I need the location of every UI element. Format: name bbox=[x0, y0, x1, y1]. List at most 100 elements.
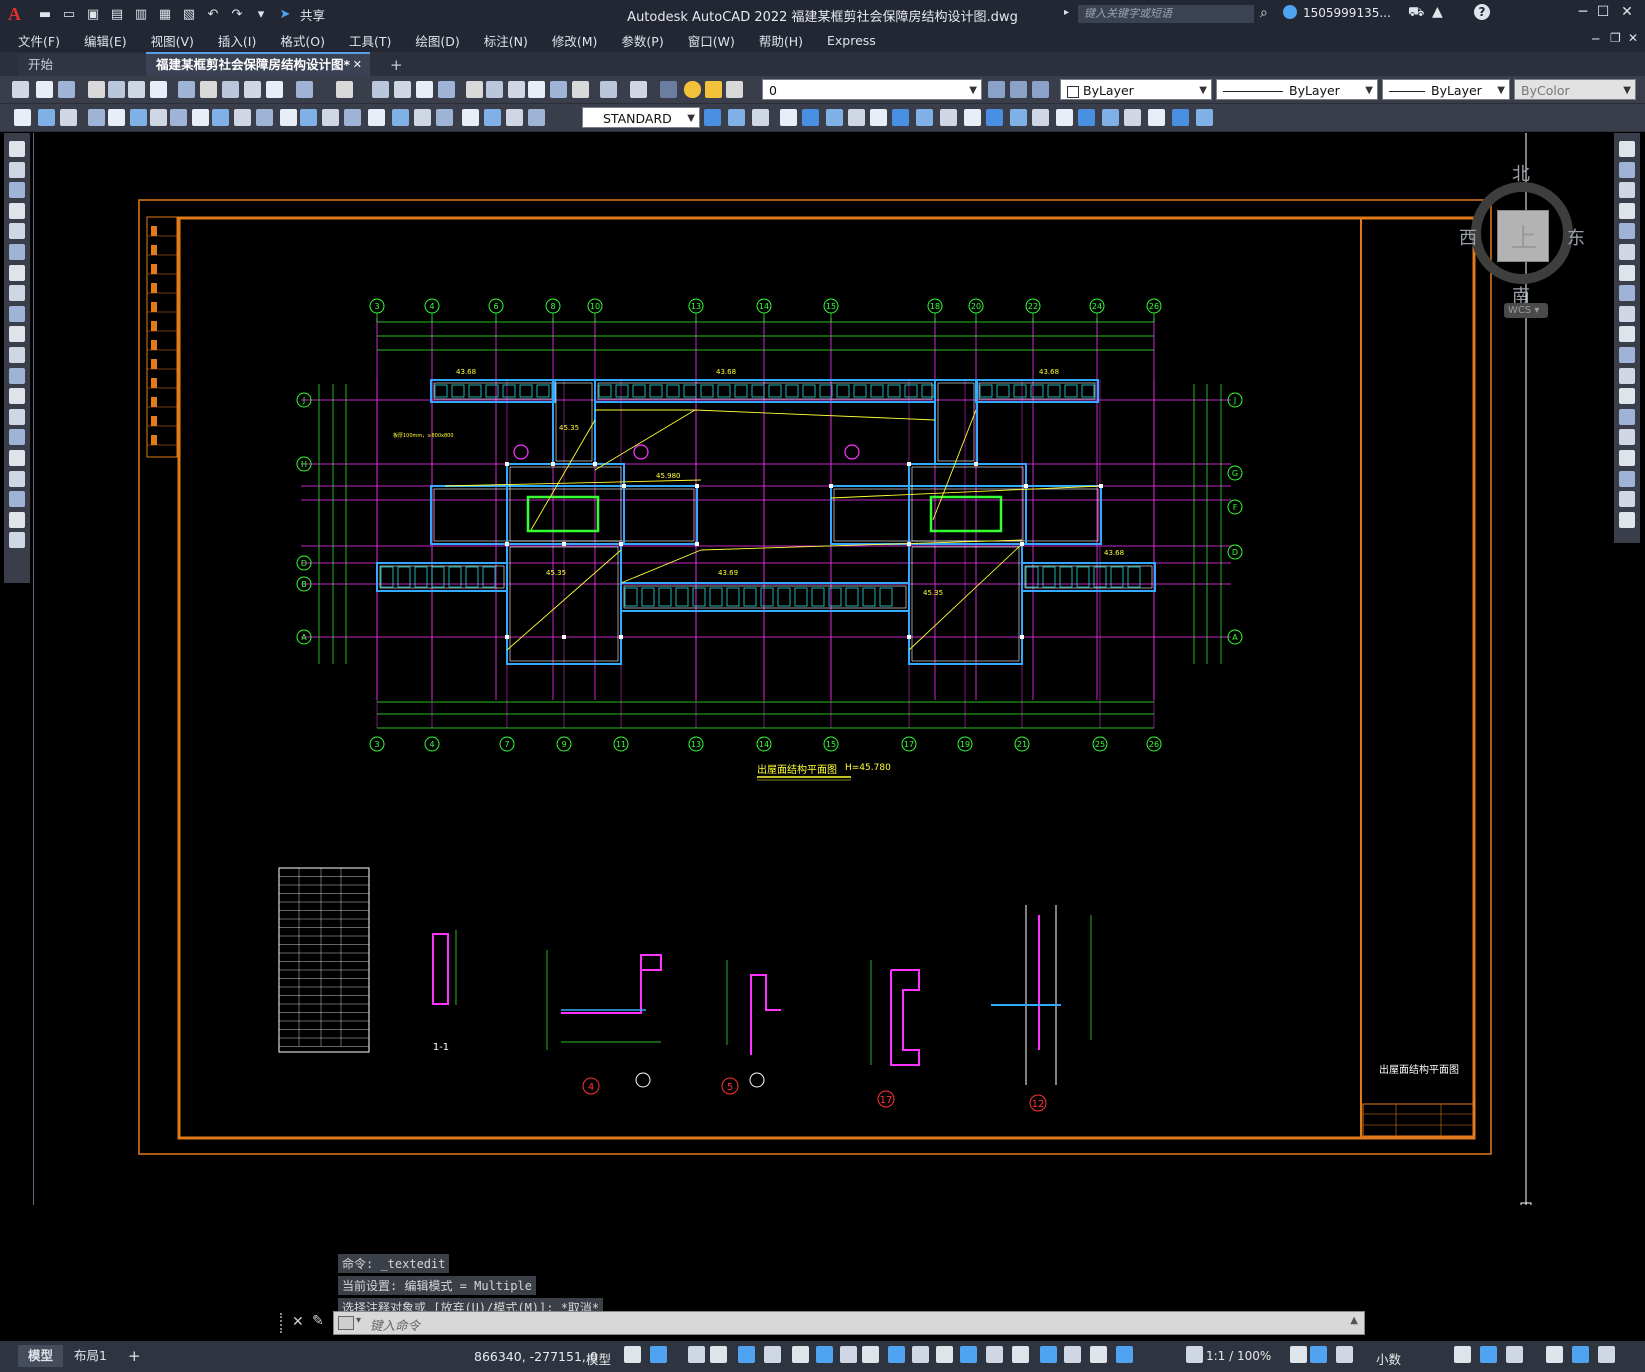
annotation-visibility-icon[interactable] bbox=[1040, 1346, 1057, 1363]
lock-ui-icon[interactable] bbox=[1336, 1346, 1353, 1363]
construction-line-icon[interactable] bbox=[9, 161, 25, 178]
save-icon[interactable] bbox=[58, 81, 75, 98]
gizmo-icon[interactable] bbox=[1012, 1346, 1029, 1363]
menu-draw[interactable]: 绘图(D) bbox=[403, 31, 471, 50]
dynamic-ucs-icon[interactable] bbox=[960, 1346, 977, 1363]
join-icon[interactable] bbox=[1619, 408, 1635, 425]
web-save-icon[interactable]: ▦ bbox=[156, 6, 174, 22]
app-menu-button[interactable]: A bbox=[8, 4, 30, 25]
cart-icon[interactable]: ⛟ bbox=[1408, 5, 1424, 22]
dim-arc-icon[interactable] bbox=[130, 109, 147, 126]
qnew-icon[interactable] bbox=[12, 81, 29, 98]
block-edit-icon[interactable] bbox=[14, 109, 31, 126]
command-customize-icon[interactable]: ✎ bbox=[312, 1313, 324, 1329]
coordinate-readout[interactable]: 866340, -277151, 0 bbox=[474, 1349, 598, 1364]
autodesk-app-icon[interactable]: ▲ bbox=[1432, 4, 1443, 20]
command-line[interactable]: ▾ 键入命令 ▲ bbox=[333, 1311, 1365, 1335]
copy-icon[interactable] bbox=[1619, 161, 1635, 178]
snap-icon[interactable] bbox=[1598, 1346, 1615, 1363]
snap-icon[interactable] bbox=[650, 1346, 667, 1363]
plotstyle-dropdown[interactable]: ByColor ▼ bbox=[1514, 79, 1636, 100]
3dprint-icon[interactable] bbox=[150, 81, 167, 98]
layer-prev-icon[interactable] bbox=[870, 109, 887, 126]
move-icon[interactable] bbox=[1172, 109, 1189, 126]
paste-icon[interactable] bbox=[222, 81, 239, 98]
rotate-icon[interactable] bbox=[1619, 264, 1635, 281]
make-current-icon[interactable] bbox=[988, 81, 1005, 98]
menu-dimension[interactable]: 标注(N) bbox=[472, 31, 540, 50]
help-icon[interactable]: ? bbox=[1474, 4, 1490, 20]
infer-constraints-icon[interactable] bbox=[688, 1346, 705, 1363]
plot-icon[interactable]: ▧ bbox=[180, 6, 198, 22]
dim-aligned-icon[interactable] bbox=[108, 109, 125, 126]
object-snap-tracking-icon[interactable] bbox=[816, 1346, 833, 1363]
menu-express[interactable]: Express bbox=[815, 33, 888, 48]
drawing-canvas[interactable]: 出屋面结构平面图 3 4 6 8 10 13 14 15 18 20 22 24 26 3 4 7 9 11 13 1… bbox=[33, 133, 1610, 1205]
insert-icon[interactable] bbox=[38, 109, 55, 126]
region-icon[interactable] bbox=[9, 470, 25, 487]
annotation-monitor-icon[interactable] bbox=[1186, 1346, 1203, 1363]
dim-break-icon[interactable] bbox=[344, 109, 361, 126]
dynamic-input-icon[interactable] bbox=[710, 1346, 727, 1363]
lineweight-icon[interactable] bbox=[862, 1346, 879, 1363]
transparency-icon[interactable] bbox=[888, 1346, 905, 1363]
selection-filter-icon[interactable] bbox=[986, 1346, 1003, 1363]
properties-icon[interactable] bbox=[466, 81, 483, 98]
menu-view[interactable]: 视图(V) bbox=[139, 31, 206, 50]
units-label[interactable]: 小数 bbox=[1376, 1349, 1401, 1368]
doc-restore-icon[interactable]: ❐ bbox=[1610, 31, 1621, 45]
copy-icon[interactable] bbox=[200, 81, 217, 98]
blend-icon[interactable] bbox=[1619, 470, 1635, 487]
mirror-icon[interactable] bbox=[1619, 182, 1635, 199]
move-icon[interactable] bbox=[1619, 244, 1635, 260]
publish-icon[interactable] bbox=[128, 81, 145, 98]
search-icon[interactable]: ⌕ bbox=[1260, 5, 1268, 21]
layer-lock-icon[interactable] bbox=[726, 81, 743, 98]
explode-icon[interactable] bbox=[1619, 491, 1635, 508]
close-window-icon[interactable]: ✕ bbox=[1612, 4, 1642, 24]
revision-cloud-icon[interactable] bbox=[9, 285, 25, 302]
grid-icon[interactable] bbox=[1572, 1346, 1589, 1363]
layer-state-icon[interactable] bbox=[1032, 81, 1049, 98]
edit-polyline-icon[interactable] bbox=[1619, 511, 1635, 528]
customize-qat-icon[interactable]: ▾ bbox=[252, 6, 270, 22]
inspection-icon[interactable] bbox=[414, 109, 431, 126]
layer-previous-icon[interactable] bbox=[1010, 81, 1027, 98]
grid-icon[interactable] bbox=[624, 1346, 641, 1363]
break-icon[interactable] bbox=[1010, 109, 1027, 126]
tab-layout1[interactable]: 布局1 bbox=[64, 1345, 117, 1367]
trim-icon[interactable] bbox=[1619, 326, 1635, 343]
zoom-realtime-icon[interactable] bbox=[394, 81, 411, 98]
array-icon[interactable] bbox=[1619, 223, 1635, 240]
layer-freeze-icon[interactable] bbox=[780, 109, 797, 126]
multiline-text-icon[interactable] bbox=[9, 511, 25, 528]
dim-angular-icon[interactable] bbox=[234, 109, 251, 126]
customize-icon[interactable] bbox=[1546, 1346, 1563, 1363]
ortho-icon[interactable] bbox=[738, 1346, 755, 1363]
table-icon[interactable] bbox=[9, 491, 25, 508]
command-scroll-icon[interactable]: ▲ bbox=[1350, 1315, 1358, 1326]
selection-cycling-icon[interactable] bbox=[912, 1346, 929, 1363]
annotation-scale[interactable]: 1:1 / 100% bbox=[1206, 1349, 1271, 1363]
dimstyle-icon[interactable] bbox=[528, 109, 545, 126]
dim-edit-icon[interactable] bbox=[462, 109, 479, 126]
pan-icon[interactable] bbox=[372, 81, 389, 98]
dim-jogged-icon[interactable] bbox=[192, 109, 209, 126]
add-layout-button[interactable]: + bbox=[118, 1345, 151, 1367]
stretch-icon[interactable] bbox=[1619, 305, 1635, 322]
mleader-style-icon[interactable] bbox=[704, 109, 721, 126]
hardware-accel-icon[interactable] bbox=[1480, 1346, 1497, 1363]
dim-text-edit-icon[interactable] bbox=[484, 109, 501, 126]
matchprop-icon[interactable] bbox=[244, 81, 261, 98]
menu-window[interactable]: 窗口(W) bbox=[676, 31, 747, 50]
user-account[interactable]: 1505999135... bbox=[1303, 6, 1391, 20]
save-as-icon[interactable]: ▤ bbox=[108, 6, 126, 22]
layer-walk-icon[interactable] bbox=[826, 109, 843, 126]
point-icon[interactable] bbox=[9, 408, 25, 425]
dim-update-icon[interactable] bbox=[506, 109, 523, 126]
jog-linear-icon[interactable] bbox=[436, 109, 453, 126]
fillet-icon[interactable] bbox=[1619, 450, 1635, 466]
fillet-icon[interactable] bbox=[1056, 109, 1073, 126]
viewcube-north[interactable]: 北 bbox=[1512, 160, 1530, 186]
quickcalc-icon[interactable] bbox=[572, 81, 589, 98]
